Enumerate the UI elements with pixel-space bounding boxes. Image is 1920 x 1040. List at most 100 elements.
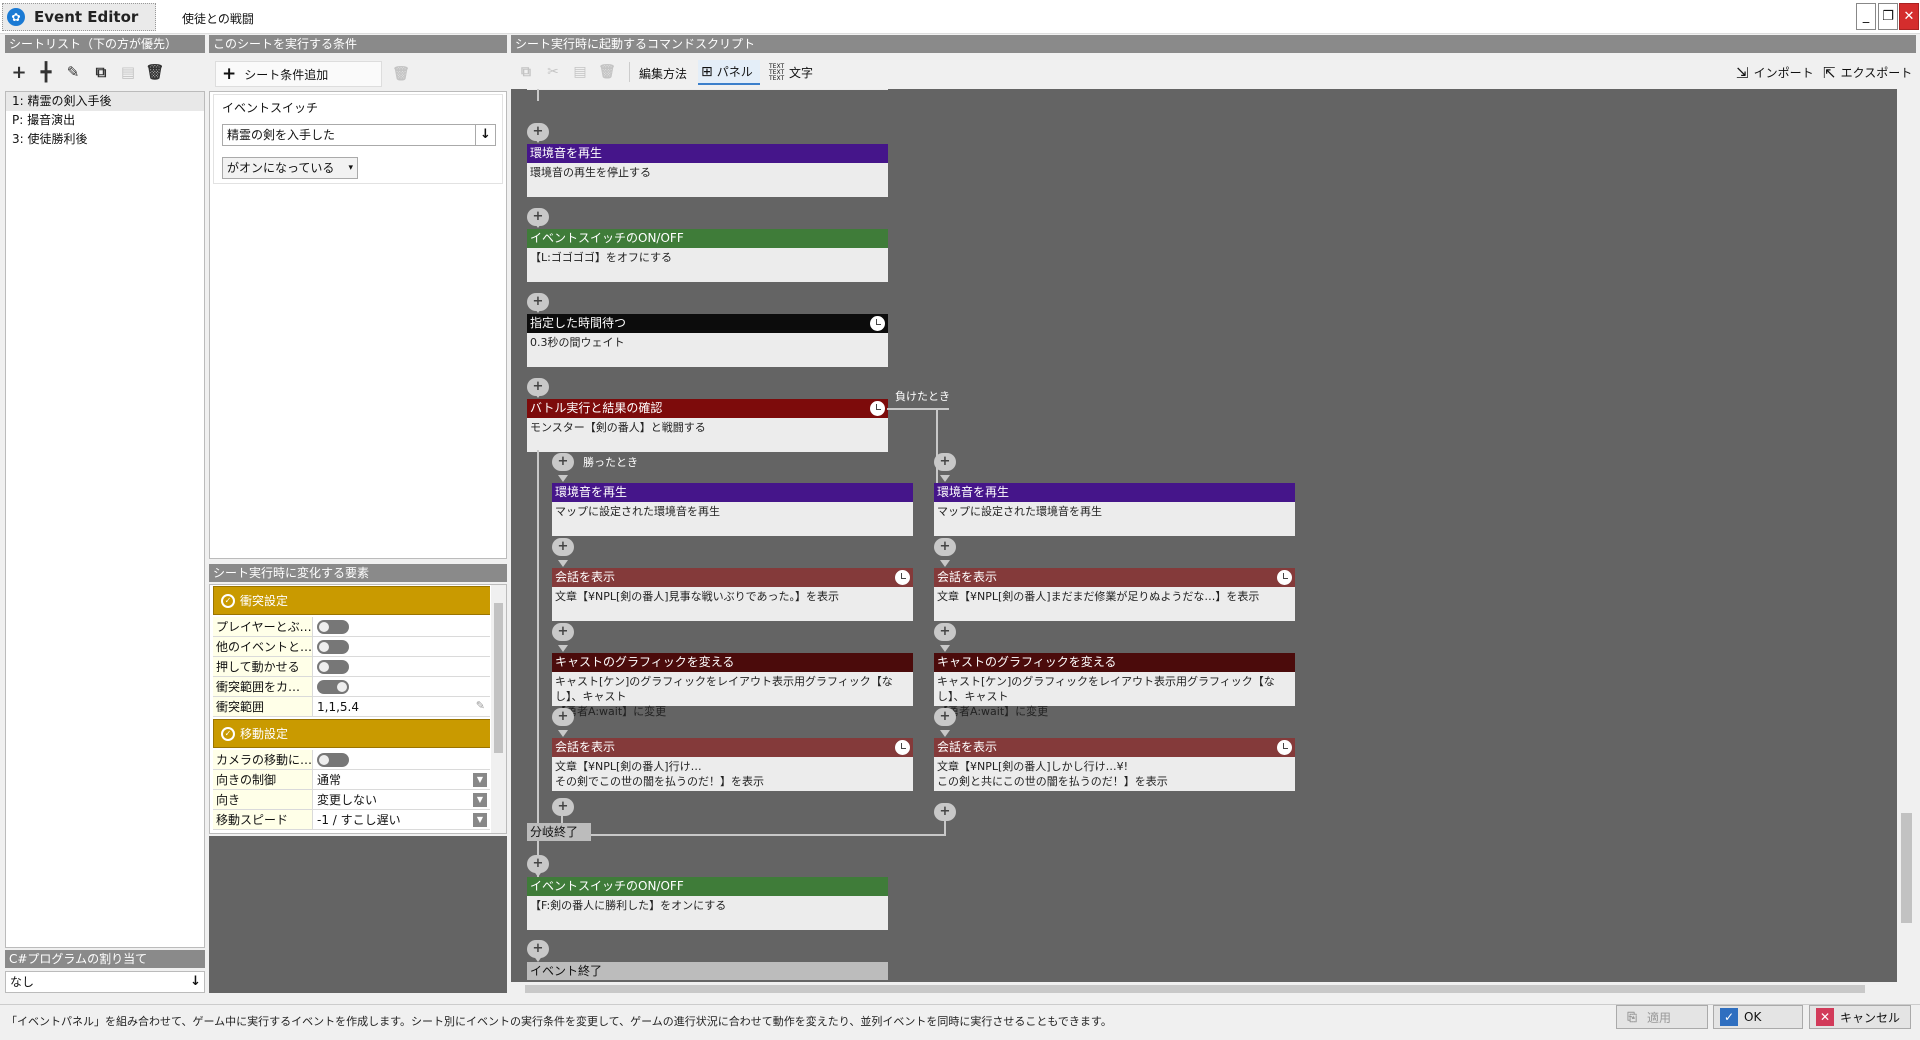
command-body-line: キャスト[ケン]のグラフィックをレイアウト表示用グラフィック【なし】、キャスト <box>555 675 893 703</box>
add-command-button[interactable]: + <box>552 798 574 816</box>
minimize-button[interactable]: _ <box>1856 3 1876 30</box>
script-canvas[interactable]: + 環境音を再生 環境音の再生を停止する + イベントスイッチのON/OFF 【L:ゴゴゴ… <box>511 89 1897 982</box>
add-sheet-icon[interactable]: + <box>8 61 30 83</box>
group-collision[interactable]: ✓ 衝突設定 <box>213 586 490 615</box>
command-panel[interactable]: 環境音を再生 マップに設定された環境音を再生 <box>552 483 913 536</box>
command-panel[interactable]: 環境音を再生 マップに設定された環境音を再生 <box>934 483 1295 536</box>
toggle-switch[interactable] <box>317 660 349 674</box>
delete-trash-icon[interactable]: 🗑 <box>596 61 618 83</box>
add-command-button[interactable]: + <box>552 708 574 726</box>
sheet-item[interactable]: 3: 使徒勝利後 <box>6 130 204 149</box>
paste-icon[interactable]: ▤ <box>569 61 591 83</box>
add-command-button[interactable]: + <box>934 708 956 726</box>
switch-select[interactable]: 精霊の剣を入手した ↓ <box>222 124 496 146</box>
delete-condition-icon[interactable]: 🗑 <box>390 63 412 85</box>
toggle-switch[interactable] <box>317 753 349 767</box>
command-panel[interactable]: 会話を表示 文章【¥NPL[剣の番人]まだまだ修業が足りぬようだな…】を表示 <box>934 568 1295 621</box>
prop-label: プレイヤーとぶ… <box>213 617 313 636</box>
command-panel[interactable]: 会話を表示 文章【¥NPL[剣の番人]行け… その剣でこの世の闇を払うのだ！】を表示 <box>552 738 913 791</box>
command-body-line: その剣でこの世の闇を払うのだ！】を表示 <box>555 775 764 788</box>
command-title: 指定した時間待つ <box>527 314 888 333</box>
scrollbar-thumb[interactable] <box>525 985 1865 993</box>
dropdown-icon[interactable]: ▼ <box>473 793 487 807</box>
add-command-button[interactable]: + <box>934 453 956 471</box>
cut-icon[interactable]: ✂ <box>542 61 564 83</box>
prop-row[interactable]: 向き 変更しない ▼ <box>213 790 490 810</box>
prop-label: 向きの制御 <box>213 770 313 789</box>
clock-icon <box>870 316 885 331</box>
command-panel[interactable]: 指定した時間待つ 0.3秒の間ウェイト <box>527 314 888 367</box>
script-hscrollbar[interactable] <box>511 982 1897 996</box>
csharp-select[interactable]: なし ↓ <box>5 971 205 993</box>
toggle-switch[interactable] <box>317 640 349 654</box>
toggle-switch[interactable] <box>317 680 349 694</box>
export-button[interactable]: ⇱ エクスポート <box>1823 60 1913 85</box>
command-title-text: 指定した時間待つ <box>530 316 627 330</box>
command-panel[interactable] <box>527 89 888 90</box>
insert-sheet-icon[interactable]: ╋ <box>35 61 57 83</box>
prop-row[interactable]: 衝突範囲 1,1,5.4 ✎ <box>213 697 490 717</box>
properties-scrollbar[interactable] <box>491 585 506 833</box>
command-body-line: 文章【¥NPL[剣の番人]見事な戦いぶりであった。】を表示 <box>555 590 839 603</box>
add-command-button[interactable]: + <box>934 538 956 556</box>
import-button[interactable]: ⇲ インポート <box>1736 60 1816 85</box>
script-vscrollbar[interactable] <box>1897 89 1916 982</box>
dropdown-icon[interactable]: ▼ <box>473 813 487 827</box>
toggle-switch[interactable] <box>317 620 349 634</box>
cancel-button[interactable]: ✕ キャンセル <box>1809 1005 1911 1029</box>
add-command-button[interactable]: + <box>934 623 956 641</box>
command-body-line: 環境音の再生を停止する <box>530 166 651 179</box>
dropdown-icon[interactable]: ▼ <box>473 773 487 787</box>
command-panel[interactable]: イベントスイッチのON/OFF 【F:剣の番人に勝利した】をオンにする <box>527 877 888 930</box>
scrollbar-thumb[interactable] <box>1901 813 1912 923</box>
paste-icon[interactable]: ▤ <box>117 61 139 83</box>
add-command-button[interactable]: + <box>552 538 574 556</box>
state-select[interactable]: がオンになっている ▾ <box>222 157 358 179</box>
apply-button[interactable]: ⎘ 適用 <box>1616 1005 1708 1029</box>
group-title: 衝突設定 <box>240 594 289 608</box>
copy-icon[interactable]: ⧉ <box>515 61 537 83</box>
delete-trash-icon[interactable]: 🗑 <box>144 61 166 83</box>
ok-button[interactable]: ✓ OK <box>1713 1005 1803 1029</box>
prop-value[interactable]: -1 / すこし遅い <box>313 810 490 829</box>
prop-row[interactable]: 他のイベントと… <box>213 637 490 657</box>
command-panel[interactable]: 会話を表示 文章【¥NPL[剣の番人]しかし行け…¥! この剣と共にこの世の闇を払う… <box>934 738 1295 791</box>
prop-value[interactable]: 通常 <box>313 770 490 789</box>
command-panel[interactable]: 環境音を再生 環境音の再生を停止する <box>527 144 888 197</box>
copy-icon[interactable]: ⧉ <box>90 61 112 83</box>
prop-value[interactable]: 1,1,5.4 <box>313 697 490 716</box>
maximize-button[interactable]: ❐ <box>1878 3 1898 30</box>
tab-text[interactable]: TEXT TEXT TEXT 文字 <box>766 60 824 85</box>
prop-row[interactable]: 向きの制御 通常 ▼ <box>213 770 490 790</box>
scrollbar-thumb[interactable] <box>494 603 503 753</box>
add-command-button[interactable]: + <box>552 453 574 471</box>
prop-row[interactable]: プレイヤーとぶ… <box>213 617 490 637</box>
sheet-item[interactable]: 1: 精霊の剣入手後 <box>6 92 204 111</box>
sheet-item[interactable]: P: 撮音演出 <box>6 111 204 130</box>
app-tab[interactable]: ✿ Event Editor <box>2 3 156 31</box>
flow-line <box>569 834 946 836</box>
command-panel[interactable]: 会話を表示 文章【¥NPL[剣の番人]見事な戦いぶりであった。】を表示 <box>552 568 913 621</box>
add-condition-button[interactable]: + シート条件追加 <box>215 61 382 87</box>
command-panel[interactable]: キャストのグラフィックを変える キャスト[ケン]のグラフィックをレイアウト表示用グ… <box>934 653 1295 718</box>
prop-value[interactable]: 変更しない <box>313 790 490 809</box>
tab-panel[interactable]: ⊞ パネル <box>698 60 760 85</box>
pencil-icon[interactable]: ✎ <box>476 699 485 712</box>
branch-lose-label: 負けたとき <box>895 390 950 403</box>
command-body-line: 【勇者A:wait】に変更 <box>937 705 1049 718</box>
close-button[interactable]: ✕ <box>1899 3 1919 30</box>
prop-row[interactable]: カメラの移動に… <box>213 750 490 770</box>
command-panel[interactable]: イベントスイッチのON/OFF 【L:ゴゴゴゴ】をオフにする <box>527 229 888 282</box>
command-panel[interactable]: キャストのグラフィックを変える キャスト[ケン]のグラフィックをレイアウト表示用グ… <box>552 653 913 718</box>
arrow-down-icon: ↓ <box>475 125 495 145</box>
prop-row[interactable]: 押して動かせる <box>213 657 490 677</box>
condition-type-label: イベントスイッチ <box>222 101 319 115</box>
plus-icon: + <box>222 64 237 84</box>
add-command-button[interactable]: + <box>552 623 574 641</box>
prop-row[interactable]: 移動スピード -1 / すこし遅い ▼ <box>213 810 490 830</box>
add-command-button[interactable]: + <box>934 803 956 821</box>
command-panel[interactable]: バトル実行と結果の確認 モンスター【剣の番人】と戦闘する <box>527 399 888 452</box>
rename-pencil-icon[interactable]: ✎ <box>62 61 84 83</box>
prop-row[interactable]: 衝突範囲をカ… <box>213 677 490 697</box>
group-movement[interactable]: ✓ 移動設定 <box>213 719 490 748</box>
